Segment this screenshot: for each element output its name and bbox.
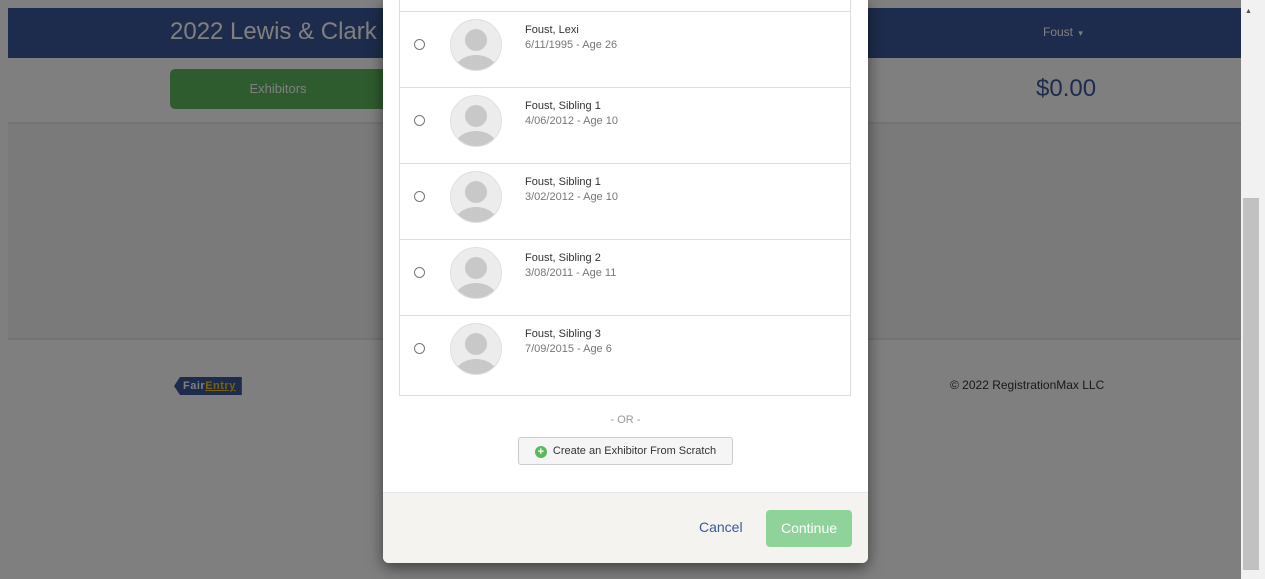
create-exhibitor-button[interactable]: + Create an Exhibitor From Scratch: [518, 437, 733, 465]
exhibitor-row[interactable]: Foust, Sibling 2 3/08/2011 - Age 11: [400, 240, 850, 316]
exhibitor-list: Foust, Lexi 6/11/1995 - Age 26 Foust, Si…: [399, 12, 851, 396]
exhibitor-birthdate: 3/08/2011 - Age 11: [525, 267, 617, 279]
avatar-placeholder-icon: [450, 171, 502, 223]
or-divider: - OR -: [610, 414, 641, 426]
exhibitor-radio[interactable]: [414, 191, 425, 202]
exhibitor-name: Foust, Sibling 1: [525, 100, 601, 112]
exhibitor-row[interactable]: Foust, Lexi 6/11/1995 - Age 26: [400, 12, 850, 88]
modal-footer: Cancel Continue: [383, 492, 868, 563]
scroll-up-arrow-icon[interactable]: ▲: [1245, 8, 1252, 15]
list-previous-row-edge: [399, 0, 851, 12]
exhibitor-birthdate: 4/06/2012 - Age 10: [525, 115, 618, 127]
avatar-placeholder-icon: [450, 95, 502, 147]
plus-circle-icon: +: [534, 446, 547, 458]
exhibitor-name: Foust, Sibling 1: [525, 176, 601, 188]
scrollbar-thumb[interactable]: [1243, 198, 1259, 570]
exhibitor-name: Foust, Sibling 3: [525, 328, 601, 340]
exhibitor-birthdate: 3/02/2012 - Age 10: [525, 191, 618, 203]
exhibitor-name: Foust, Lexi: [525, 24, 579, 36]
exhibitor-row[interactable]: Foust, Sibling 3 7/09/2015 - Age 6: [400, 316, 850, 392]
exhibitor-radio[interactable]: [414, 115, 425, 126]
exhibitor-row[interactable]: Foust, Sibling 1 3/02/2012 - Age 10: [400, 164, 850, 240]
select-exhibitor-modal: Foust, Lexi 6/11/1995 - Age 26 Foust, Si…: [383, 0, 868, 563]
exhibitor-name: Foust, Sibling 2: [525, 252, 601, 264]
exhibitor-radio[interactable]: [414, 343, 425, 354]
exhibitor-radio[interactable]: [414, 267, 425, 278]
exhibitor-radio[interactable]: [414, 39, 425, 50]
avatar-placeholder-icon: [450, 247, 502, 299]
avatar-placeholder-icon: [450, 323, 502, 375]
exhibitor-birthdate: 6/11/1995 - Age 26: [525, 39, 618, 51]
create-exhibitor-label: Create an Exhibitor From Scratch: [552, 445, 717, 457]
cancel-button[interactable]: Cancel: [699, 519, 743, 535]
avatar-placeholder-icon: [450, 19, 502, 71]
continue-button[interactable]: Continue: [766, 510, 852, 547]
exhibitor-birthdate: 7/09/2015 - Age 6: [525, 343, 612, 355]
exhibitor-row[interactable]: Foust, Sibling 1 4/06/2012 - Age 10: [400, 88, 850, 164]
